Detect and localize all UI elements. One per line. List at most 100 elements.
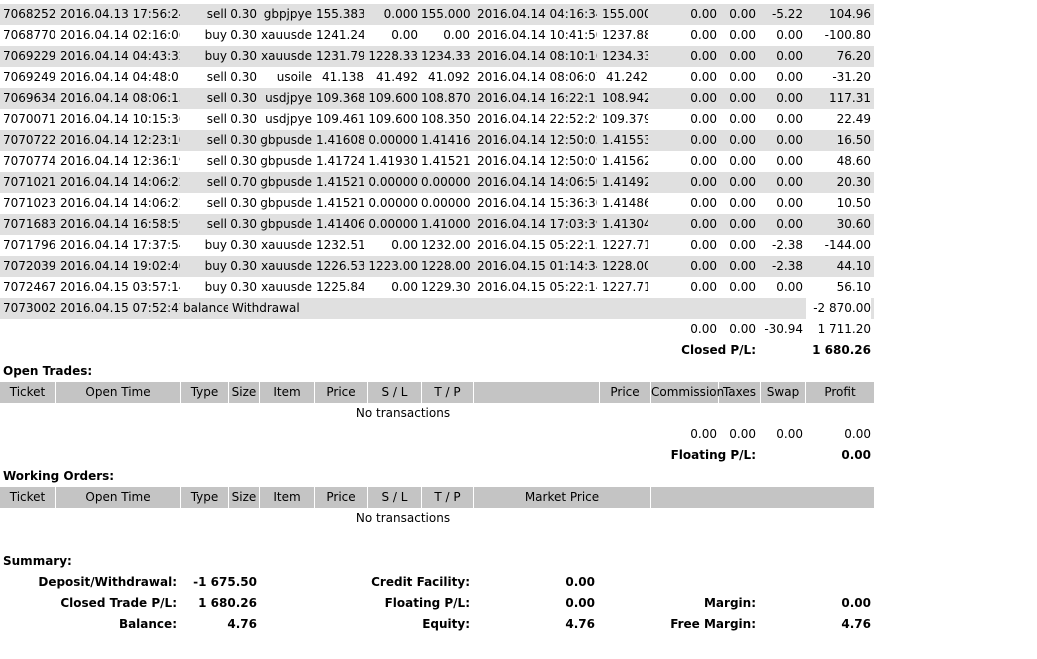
table-row: 7071021 2016.04.14 14:06:22 sell 0.70 gbpusd… (0, 172, 874, 193)
closed-taxes-total: 0.00 (729, 322, 756, 336)
close-time-cell: 2016.04.14 14:06:50 (477, 175, 597, 189)
type-cell: sell (206, 91, 227, 105)
tp-cell: 1234.33 (421, 49, 470, 63)
swap-cell: 0.00 (776, 175, 803, 189)
close-price-cell: 1228.00 (602, 259, 648, 273)
commission-cell: 0.00 (690, 133, 717, 147)
profit-cell: 20.30 (836, 175, 871, 189)
commission-cell: 0.00 (690, 91, 717, 105)
open-time-cell: 2016.04.14 12:23:10 (60, 133, 180, 147)
credit-label: Credit Facility: (371, 575, 470, 589)
taxes-cell: 0.00 (729, 280, 756, 294)
table-row: 7068770 2016.04.14 02:16:06 buy 0.30 xauusde… (0, 25, 874, 46)
open-time-cell: 2016.04.14 19:02:40 (60, 259, 180, 273)
col-item: Item (260, 487, 315, 508)
price-cell: 1241.24 (316, 28, 364, 42)
swap-cell: 0.00 (776, 280, 803, 294)
margin-label: Margin: (703, 596, 756, 610)
close-time-cell: 2016.04.14 17:03:39 (477, 217, 597, 231)
type-cell: sell (206, 133, 227, 147)
item-cell: xauusde (261, 28, 312, 42)
close-price-cell: 1.41553 (602, 133, 648, 147)
col-price2: Price (600, 382, 651, 403)
working-orders-title: Working Orders: (3, 469, 115, 483)
close-price-cell: 1237.88 (602, 28, 648, 42)
commission-cell: 0.00 (690, 217, 717, 231)
price-cell: 109.368 (316, 91, 364, 105)
type-cell: sell (206, 217, 227, 231)
sl-cell: 0.00 (391, 238, 418, 252)
table-row: 7071683 2016.04.14 16:58:59 sell 0.30 gbpusd… (0, 214, 874, 235)
profit-cell: -31.20 (832, 70, 871, 84)
table-row: 7070071 2016.04.14 10:15:36 sell 0.30 usdjpy… (0, 109, 874, 130)
close-price-cell: 1234.33 (602, 49, 648, 63)
credit-value: 0.00 (565, 575, 595, 589)
swap-cell: -5.22 (771, 7, 803, 21)
taxes-cell: 0.00 (729, 7, 756, 21)
tp-cell: 0.00000 (421, 175, 470, 189)
close-price-cell: 1227.71 (602, 280, 648, 294)
swap-cell: 0.00 (776, 154, 803, 168)
item-cell: gbpjpye (263, 7, 312, 21)
taxes-cell: 0.00 (729, 259, 756, 273)
sl-cell: 0.00 (391, 28, 418, 42)
working-orders-empty: No transactions (355, 511, 451, 525)
item-cell: usdjpye (265, 112, 312, 126)
tp-cell: 0.00000 (421, 196, 470, 210)
col-price: Price (315, 382, 368, 403)
table-row: 7069249 2016.04.14 04:48:01 sell 0.30 usoile… (0, 67, 874, 88)
ticket-cell: 7069229 (3, 49, 55, 63)
size-cell: 0.30 (230, 259, 257, 273)
item-cell: xauusde (261, 49, 312, 63)
col-item: Item (260, 382, 315, 403)
floating-value: 0.00 (565, 596, 595, 610)
size-cell: 0.30 (230, 91, 257, 105)
item-cell: xauusde (261, 280, 312, 294)
col-ticket: Ticket (0, 382, 56, 403)
item-cell: gbpusde (260, 196, 312, 210)
close-time-cell: 2016.04.15 01:14:34 (477, 259, 597, 273)
col-type: Type (181, 382, 229, 403)
price-cell: 41.138 (322, 70, 364, 84)
size-cell: 0.30 (230, 196, 257, 210)
col-tp: T / P (422, 487, 474, 508)
swap-cell: 0.00 (776, 28, 803, 42)
close-price-cell: 1.41562 (602, 154, 648, 168)
deposit-label: Deposit/Withdrawal: (38, 575, 177, 589)
item-cell: usoile (276, 70, 312, 84)
closed-commission-total: 0.00 (690, 322, 717, 336)
taxes-cell: 0.00 (729, 49, 756, 63)
open-time-cell: 2016.04.14 12:36:19 (60, 154, 180, 168)
profit-cell: 22.49 (836, 112, 871, 126)
close-price-cell: 109.379 (602, 112, 648, 126)
table-row: 7069634 2016.04.14 08:06:13 sell 0.30 usdjpy… (0, 88, 874, 109)
type-cell: sell (206, 154, 227, 168)
table-row: 7072039 2016.04.14 19:02:40 buy 0.30 xauusde… (0, 256, 874, 277)
taxes-cell: 0.00 (729, 133, 756, 147)
type-cell: buy (204, 49, 227, 63)
closed-trade-pl-value: 1 680.26 (198, 596, 257, 610)
type-cell: sell (206, 112, 227, 126)
tp-cell: 108.350 (421, 112, 470, 126)
size-cell: 0.30 (230, 280, 257, 294)
open-time-cell: 2016.04.14 17:37:54 (60, 238, 180, 252)
free-margin-label: Free Margin: (670, 617, 756, 631)
item-cell: gbpusde (260, 133, 312, 147)
ticket-cell: 7071683 (3, 217, 55, 231)
open-time-cell: 2016.04.14 08:06:13 (60, 91, 180, 105)
col-size: Size (229, 382, 260, 403)
close-price-cell: 1.41486 (602, 196, 648, 210)
col-market-price: Market Price (474, 487, 651, 508)
swap-cell: 0.00 (776, 49, 803, 63)
profit-cell: -2 870.00 (807, 298, 871, 319)
open-time-cell: 2016.04.14 14:06:22 (60, 196, 180, 210)
sl-cell: 0.00000 (368, 175, 418, 189)
table-row: 7072467 2016.04.15 03:57:14 buy 0.30 xauusde… (0, 277, 874, 298)
profit-cell: 16.50 (836, 133, 871, 147)
type-cell: sell (206, 196, 227, 210)
open-profit-total: 0.00 (844, 427, 871, 441)
deposit-value: -1 675.50 (193, 575, 257, 589)
col-swap: Swap (761, 382, 806, 403)
size-cell: 0.30 (230, 49, 257, 63)
close-time-cell: 2016.04.14 08:10:16 (477, 49, 597, 63)
